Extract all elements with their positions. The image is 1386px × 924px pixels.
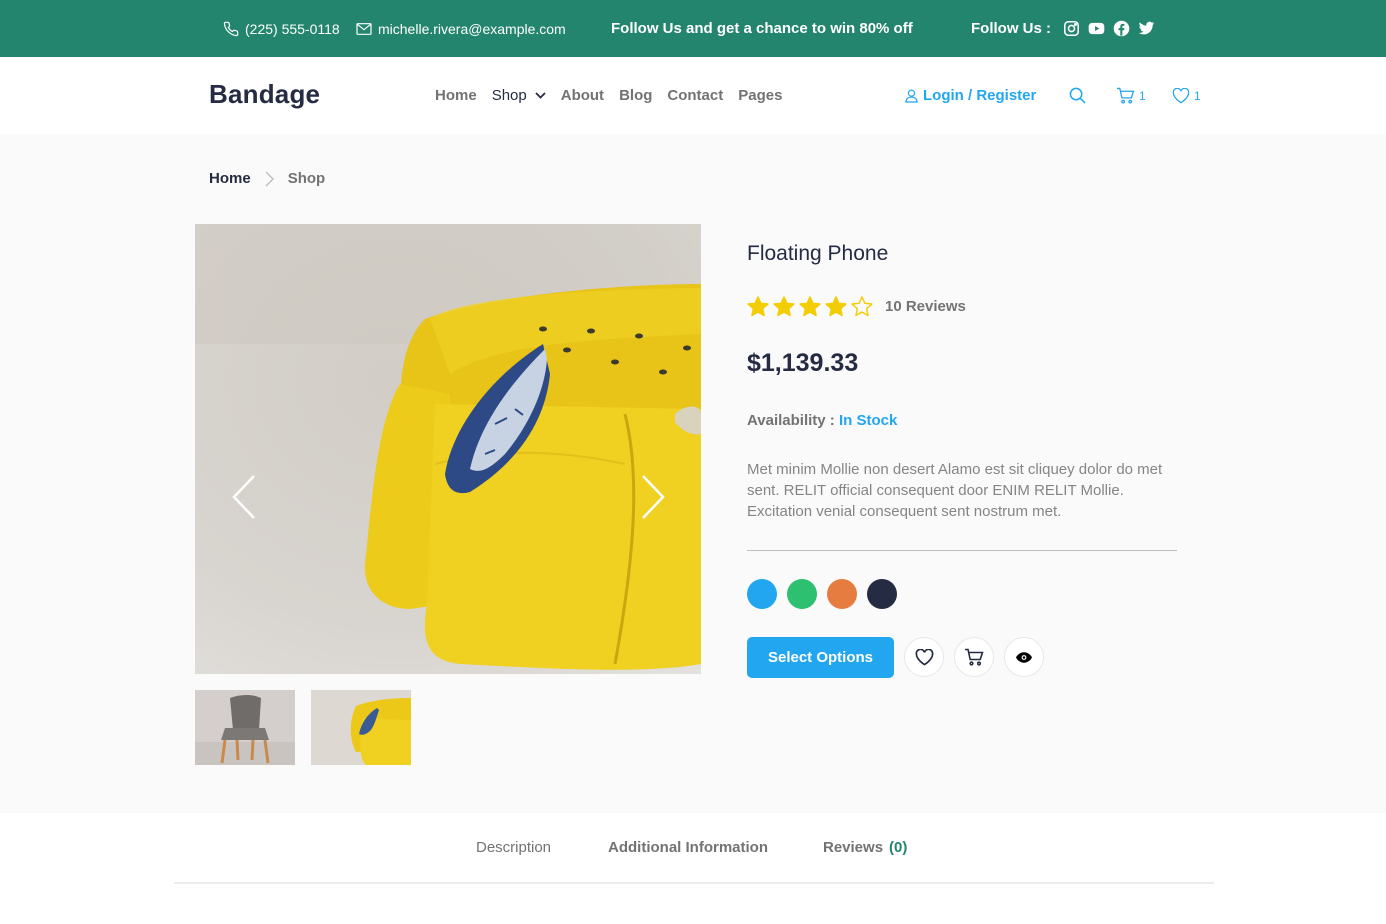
color-swatch-green[interactable]: [787, 579, 817, 609]
search-icon: [1069, 87, 1086, 104]
twitter-icon[interactable]: [1138, 20, 1155, 37]
wishlist-button[interactable]: 1: [1172, 57, 1201, 134]
add-to-cart-button[interactable]: [954, 637, 994, 677]
phone-icon: [223, 21, 239, 36]
color-swatch-blue[interactable]: [747, 579, 777, 609]
nav-about[interactable]: About: [561, 87, 604, 104]
nav-blog[interactable]: Blog: [619, 87, 652, 104]
social-links: [1063, 0, 1155, 57]
chevron-right-icon: [265, 171, 274, 186]
product-section: Home Shop Floating Phone 10 Reviews $1,1…: [0, 134, 1386, 813]
add-to-wishlist-button[interactable]: [904, 637, 944, 677]
availability: Availability : In Stock: [747, 412, 897, 429]
thumbnail-chair[interactable]: [195, 690, 295, 765]
carousel-prev-arrow-icon[interactable]: [229, 472, 259, 522]
star-filled-icon: [799, 296, 821, 317]
login-label: Login / Register: [923, 87, 1037, 104]
availability-value: In Stock: [838, 412, 898, 429]
nav-shop-label: Shop: [491, 87, 527, 104]
tab-additional-information[interactable]: Additional Information: [608, 839, 768, 856]
product-description: Met minim Mollie non desert Alamo est si…: [747, 461, 1163, 520]
thumbnail-sofa[interactable]: [311, 690, 411, 765]
quick-view-button[interactable]: [1004, 637, 1044, 677]
eye-icon: [1016, 651, 1032, 663]
cart-icon: [1117, 87, 1135, 104]
brand-logo[interactable]: Bandage: [209, 79, 320, 110]
star-empty-icon: [851, 296, 873, 317]
divider: [747, 550, 1177, 551]
yellow-sofa-photo: [195, 224, 701, 674]
youtube-icon[interactable]: [1088, 20, 1105, 37]
chair-photo: [195, 690, 295, 765]
top-bar: (225) 555-0118 michelle.rivera@example.c…: [0, 0, 1386, 57]
star-filled-icon: [825, 296, 847, 317]
phone-text: (225) 555-0118: [245, 20, 340, 37]
star-filled-icon: [773, 296, 795, 317]
heart-icon: [915, 648, 933, 666]
cart-count: 1: [1139, 88, 1146, 103]
color-swatch-navy[interactable]: [867, 579, 897, 609]
nav-pages[interactable]: Pages: [738, 87, 782, 104]
star-filled-icon: [747, 296, 769, 317]
main-header: Bandage Home Shop About Blog Contact Pag…: [0, 57, 1386, 134]
search-button[interactable]: [1069, 57, 1086, 134]
product-name: Floating Phone: [747, 242, 889, 265]
tab-reviews-label: Reviews: [823, 839, 884, 856]
product-image-carousel: [195, 224, 701, 674]
availability-label: Availability :: [747, 412, 835, 429]
wishlist-count: 1: [1194, 88, 1201, 103]
yellow-sofa-thumb-photo: [311, 690, 411, 765]
color-swatch-orange[interactable]: [827, 579, 857, 609]
breadcrumb: Home Shop: [209, 170, 325, 187]
follow-label: Follow Us :: [971, 20, 1051, 37]
rating-stars: 10 Reviews: [747, 296, 966, 317]
cart-button[interactable]: 1: [1116, 57, 1146, 134]
breadcrumb-home[interactable]: Home: [209, 170, 251, 187]
product-price: $1,139.33: [747, 349, 859, 377]
nav-contact[interactable]: Contact: [667, 87, 723, 104]
login-register-link[interactable]: Login / Register: [905, 57, 1036, 134]
review-count[interactable]: 10 Reviews: [885, 298, 966, 315]
phone-contact[interactable]: (225) 555-0118: [223, 0, 340, 57]
breadcrumb-current: Shop: [287, 170, 326, 187]
facebook-icon[interactable]: [1113, 20, 1130, 37]
email-contact[interactable]: michelle.rivera@example.com: [356, 0, 566, 57]
promo-text: Follow Us and get a chance to win 80% of…: [611, 20, 913, 37]
chevron-down-icon: [535, 92, 546, 99]
heart-icon: [1172, 87, 1190, 103]
color-swatches: [747, 579, 897, 609]
email-text: michelle.rivera@example.com: [378, 20, 566, 37]
main-nav: Home Shop About Blog Contact Pages: [435, 57, 797, 134]
instagram-icon[interactable]: [1063, 20, 1080, 37]
user-icon: [905, 89, 918, 103]
product-tabs: Description Additional Information Revie…: [0, 813, 1386, 924]
tabs-divider: [174, 882, 1214, 884]
carousel-next-arrow-icon[interactable]: [638, 472, 668, 522]
tab-description[interactable]: Description: [476, 839, 551, 856]
tab-reviews-count: (0): [889, 839, 908, 856]
nav-shop[interactable]: Shop: [492, 87, 546, 104]
nav-home[interactable]: Home: [435, 87, 477, 104]
select-options-button[interactable]: Select Options: [747, 637, 894, 678]
tab-reviews[interactable]: Reviews (0): [823, 839, 907, 856]
mail-icon: [356, 22, 372, 35]
cart-icon: [965, 648, 984, 666]
